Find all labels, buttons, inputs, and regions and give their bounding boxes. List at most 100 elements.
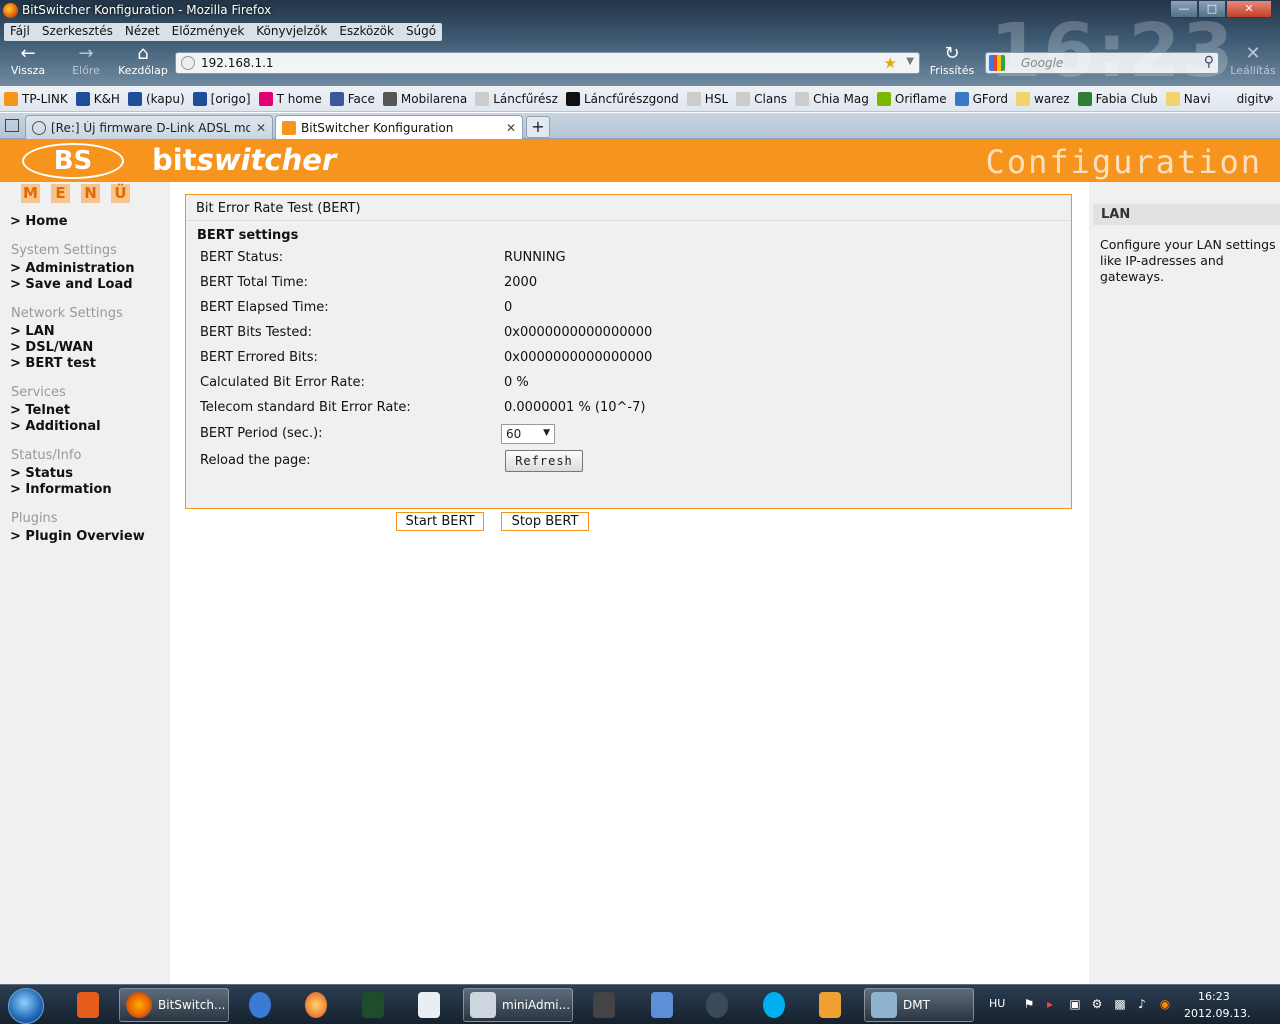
- bookmarks-toolbar: TP-LINK K&H (kapu) [origo] T home Face Mobilar…: [0, 86, 1280, 112]
- sidebar-item-plugin-overview[interactable]: > Plugin Overview: [10, 529, 145, 544]
- sidebar-item-telnet[interactable]: > Telnet: [10, 403, 70, 418]
- bookmark-item[interactable]: (kapu): [127, 91, 185, 106]
- menu-bookmarks[interactable]: Könyvjelzők: [250, 23, 333, 41]
- url-history-dropdown-icon[interactable]: ▼: [906, 56, 914, 67]
- flag-icon[interactable]: ⚑: [1022, 997, 1036, 1011]
- bookmark-item[interactable]: Láncfűrész: [475, 91, 558, 106]
- language-indicator[interactable]: HU: [989, 997, 1005, 1010]
- bookmark-item[interactable]: HSL: [686, 91, 728, 106]
- site-identity-icon[interactable]: [181, 56, 195, 70]
- taskbar-app-miniadmin[interactable]: miniAdmi...: [463, 988, 573, 1022]
- bookmark-item[interactable]: TP-LINK: [4, 91, 68, 106]
- tab-close-icon[interactable]: ✕: [506, 121, 516, 135]
- url-bar[interactable]: 192.168.1.1 ★ ▼: [175, 52, 920, 74]
- bookmark-item[interactable]: warez: [1016, 91, 1070, 106]
- taskbar-app-firefox[interactable]: BitSwitch...: [119, 988, 229, 1022]
- forward-button[interactable]: → Előre: [59, 44, 113, 78]
- sidebar-item-save-load[interactable]: > Save and Load: [10, 277, 133, 292]
- clock-time[interactable]: 16:23: [1198, 990, 1230, 1003]
- menu-history[interactable]: Előzmények: [166, 23, 251, 41]
- bookmark-item[interactable]: Oriflame: [876, 91, 947, 106]
- bookmark-item[interactable]: Face: [329, 91, 375, 106]
- tab-groups-icon[interactable]: [5, 119, 19, 132]
- sidebar-item-bert-test[interactable]: > BERT test: [10, 356, 96, 371]
- start-bert-button[interactable]: Start BERT: [396, 512, 484, 531]
- bookmark-item[interactable]: Chia Mag: [795, 91, 869, 106]
- search-placeholder[interactable]: Google: [1021, 56, 1063, 70]
- taskbar-app-game[interactable]: [645, 988, 679, 1022]
- bookmark-item[interactable]: [origo]: [192, 91, 251, 106]
- menu-edit[interactable]: Szerkesztés: [36, 23, 119, 41]
- stop-button[interactable]: ✕ Leállítás: [1226, 44, 1280, 78]
- google-engine-icon[interactable]: [989, 55, 1005, 71]
- clock-date[interactable]: 2012.09.13.: [1184, 1007, 1250, 1020]
- sidebar-item-status[interactable]: > Status: [10, 466, 73, 481]
- start-button[interactable]: [8, 988, 44, 1024]
- menu-file[interactable]: Fájl: [4, 23, 36, 41]
- taskbar-app-skype[interactable]: [757, 988, 791, 1022]
- bookmark-item[interactable]: Fabia Club: [1077, 91, 1158, 106]
- sidebar-item-additional[interactable]: > Additional: [10, 419, 101, 434]
- new-tab-button[interactable]: +: [526, 116, 550, 138]
- taskbar-app-monitor[interactable]: [356, 988, 390, 1022]
- bookmark-item[interactable]: K&H: [75, 91, 120, 106]
- taskbar-app-burner[interactable]: [299, 988, 333, 1022]
- bookmark-favicon-icon: [475, 91, 490, 106]
- bookmark-favicon-icon: [795, 91, 810, 106]
- refresh-button[interactable]: Refresh: [505, 450, 583, 472]
- menu-tools[interactable]: Eszközök: [333, 23, 400, 41]
- taskbar-app-chart-tool[interactable]: [412, 988, 446, 1022]
- bookmark-item[interactable]: Clans: [736, 91, 787, 106]
- minimize-button[interactable]: —: [1170, 0, 1198, 18]
- bookmark-item[interactable]: T home: [258, 91, 322, 106]
- taskbar-app-label: miniAdmi...: [502, 998, 571, 1012]
- taskbar-app-steam[interactable]: [700, 988, 734, 1022]
- alert-icon[interactable]: ▸: [1043, 997, 1057, 1011]
- home-button[interactable]: ⌂ Kezdőlap: [116, 44, 170, 78]
- display-icon[interactable]: ▩: [1113, 997, 1127, 1011]
- sidebar-heading-network: Network Settings: [11, 306, 123, 321]
- taskbar-app-network[interactable]: [587, 988, 621, 1022]
- tab-close-icon[interactable]: ✕: [256, 121, 266, 135]
- sidebar-item-dsl-wan[interactable]: > DSL/WAN: [10, 340, 93, 355]
- sidebar-item-administration[interactable]: > Administration: [10, 261, 135, 276]
- bert-status-label: BERT Status:: [200, 250, 284, 265]
- bookmark-label: Fabia Club: [1095, 91, 1158, 106]
- taskbar-app-media[interactable]: [813, 988, 847, 1022]
- bert-period-select[interactable]: 60 ▼: [501, 424, 555, 444]
- tab-bitswitcher[interactable]: BitSwitcher Konfiguration ✕: [275, 115, 523, 139]
- tray-tool-icon[interactable]: ⚙: [1090, 997, 1104, 1011]
- bookmark-label: Láncfűrészgond: [583, 91, 679, 106]
- menu-heading: M E N Ü: [21, 184, 141, 203]
- sidebar-item-home[interactable]: > Home: [10, 214, 68, 229]
- sidebar-item-information[interactable]: > Information: [10, 482, 112, 497]
- menu-view[interactable]: Nézet: [119, 23, 166, 41]
- reload-button[interactable]: ↻ Frissítés: [925, 44, 979, 78]
- maximize-button[interactable]: □: [1198, 0, 1226, 18]
- taskbar-app-mail[interactable]: [243, 988, 277, 1022]
- stop-bert-button[interactable]: Stop BERT: [501, 512, 589, 531]
- tab-dlink-forum[interactable]: [Re:] Új firmware D-Link ADSL mode... ✕: [25, 115, 273, 139]
- sidebar-item-lan[interactable]: > LAN: [10, 324, 55, 339]
- taskbar-app-downloader[interactable]: [71, 988, 105, 1022]
- tab-label: BitSwitcher Konfiguration: [301, 120, 454, 135]
- bookmark-favicon-icon: [876, 91, 891, 106]
- bookmark-item[interactable]: Mobilarena: [382, 91, 467, 106]
- more-bookmarks-chevron-icon[interactable]: »: [1267, 91, 1274, 105]
- bookmark-star-icon[interactable]: ★: [884, 54, 897, 72]
- bookmark-item[interactable]: Navi: [1165, 91, 1211, 106]
- close-window-button[interactable]: ✕: [1226, 0, 1272, 18]
- search-box[interactable]: Google ⚲: [985, 52, 1219, 74]
- bookmark-item[interactable]: Láncfűrészgond: [565, 91, 679, 106]
- back-button[interactable]: ← Vissza: [1, 44, 55, 78]
- network-icon[interactable]: ▣: [1068, 997, 1082, 1011]
- menu-help[interactable]: Súgó: [400, 23, 442, 41]
- bookmark-item[interactable]: GFord: [954, 91, 1008, 106]
- taskbar-app-dmt[interactable]: DMT: [864, 988, 974, 1022]
- menu-letter: N: [81, 184, 100, 203]
- volume-icon[interactable]: ♪: [1135, 997, 1149, 1011]
- bookmark-item[interactable]: digitv: [1219, 92, 1271, 106]
- update-icon[interactable]: ◉: [1158, 997, 1172, 1011]
- search-icon[interactable]: ⚲: [1204, 54, 1214, 70]
- url-text[interactable]: 192.168.1.1: [201, 56, 274, 70]
